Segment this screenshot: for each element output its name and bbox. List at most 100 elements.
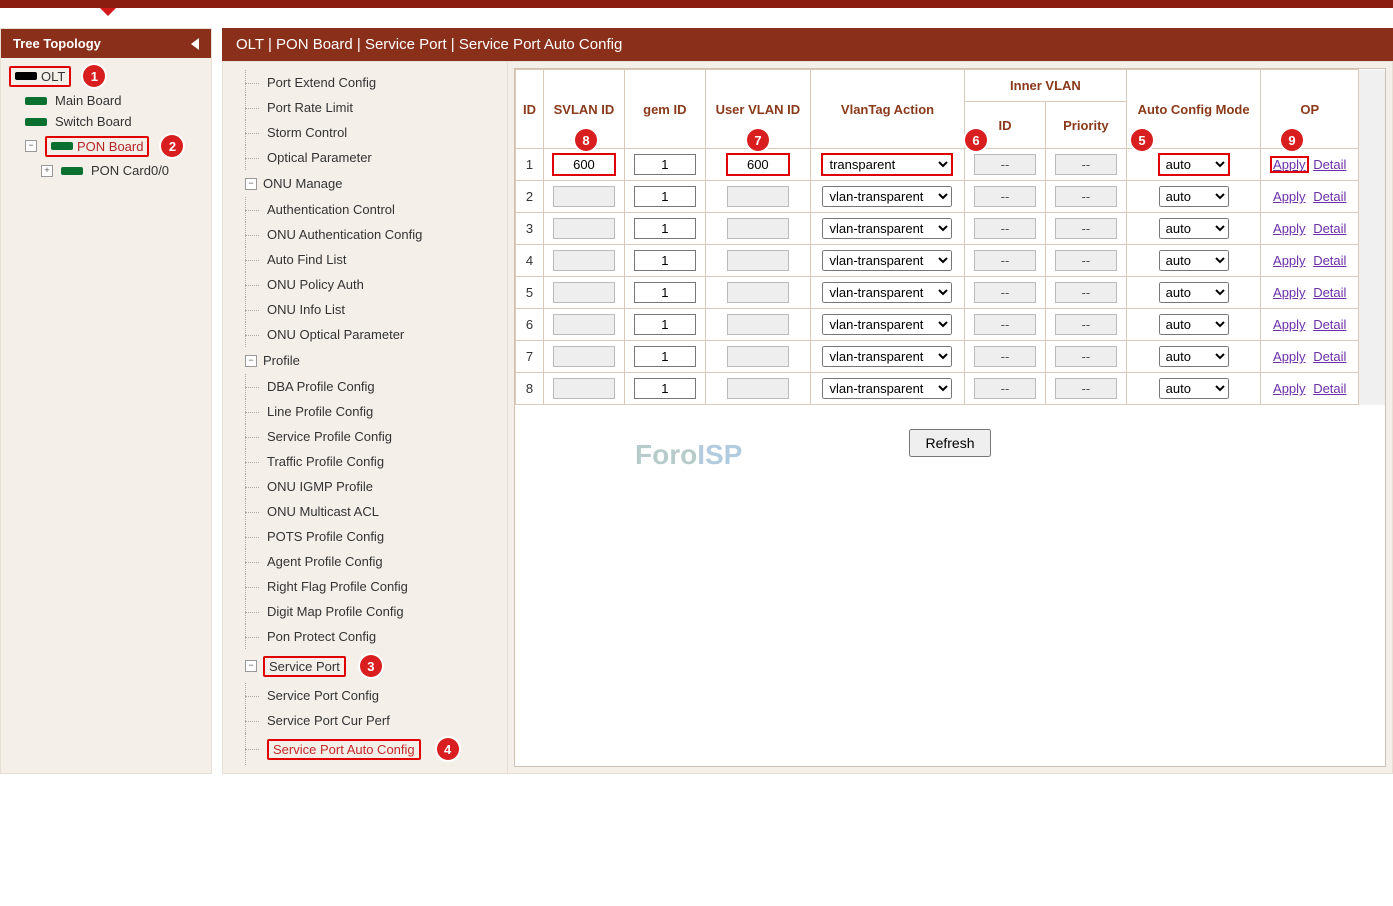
auto-config-mode-select[interactable]: auto: [1159, 282, 1229, 303]
expand-icon[interactable]: −: [25, 140, 37, 152]
nav-item[interactable]: Service Port Cur Perf: [227, 708, 507, 733]
gem-input[interactable]: [634, 250, 696, 271]
nav-group-service-port[interactable]: − Service Port 3: [227, 649, 507, 683]
nav-item[interactable]: ONU IGMP Profile: [227, 474, 507, 499]
svlan-input[interactable]: [553, 282, 615, 303]
apply-link[interactable]: Apply: [1271, 157, 1308, 172]
table-row: 6transparentvlan-transparentautoApply De…: [516, 309, 1386, 341]
detail-link[interactable]: Detail: [1311, 221, 1348, 236]
tree-node-olt[interactable]: OLT 1: [7, 62, 205, 90]
gem-input[interactable]: [634, 154, 696, 175]
nav-item[interactable]: ONU Policy Auth: [227, 272, 507, 297]
user-vlan-input[interactable]: [727, 250, 789, 271]
detail-link[interactable]: Detail: [1311, 189, 1348, 204]
nav-item[interactable]: POTS Profile Config: [227, 524, 507, 549]
svlan-input[interactable]: [553, 154, 615, 175]
gem-input[interactable]: [634, 378, 696, 399]
nav-group-profile[interactable]: −Profile: [227, 347, 507, 374]
device-tree: OLT 1 Main Board Switch Board − PON Boar…: [1, 58, 211, 185]
nav-item[interactable]: Service Profile Config: [227, 424, 507, 449]
expand-icon[interactable]: +: [41, 165, 53, 177]
nav-item[interactable]: Line Profile Config: [227, 399, 507, 424]
vlantag-action-select[interactable]: transparentvlan-transparent: [822, 154, 952, 175]
svlan-input[interactable]: [553, 218, 615, 239]
nav-item[interactable]: Auto Find List: [227, 247, 507, 272]
gem-input[interactable]: [634, 186, 696, 207]
nav-item[interactable]: Storm Control: [227, 120, 507, 145]
vlantag-action-select[interactable]: transparentvlan-transparent: [822, 314, 952, 335]
user-vlan-input[interactable]: [727, 378, 789, 399]
collapse-icon[interactable]: −: [245, 660, 257, 672]
nav-item[interactable]: Right Flag Profile Config: [227, 574, 507, 599]
inner-pri-input: [1055, 154, 1117, 175]
collapse-icon[interactable]: −: [245, 178, 257, 190]
user-vlan-input[interactable]: [727, 186, 789, 207]
nav-item[interactable]: ONU Optical Parameter: [227, 322, 507, 347]
vlantag-action-select[interactable]: transparentvlan-transparent: [822, 186, 952, 207]
collapse-icon[interactable]: −: [245, 355, 257, 367]
detail-link[interactable]: Detail: [1311, 381, 1348, 396]
svlan-input[interactable]: [553, 314, 615, 335]
nav-item[interactable]: Port Extend Config: [227, 70, 507, 95]
nav-item[interactable]: Pon Protect Config: [227, 624, 507, 649]
auto-config-mode-select[interactable]: auto: [1159, 154, 1229, 175]
nav-item[interactable]: ONU Info List: [227, 297, 507, 322]
nav-item[interactable]: DBA Profile Config: [227, 374, 507, 399]
nav-item[interactable]: Service Port Config: [227, 683, 507, 708]
detail-link[interactable]: Detail: [1311, 317, 1348, 332]
gem-input[interactable]: [634, 346, 696, 367]
nav-item[interactable]: Port Rate Limit: [227, 95, 507, 120]
nav-item[interactable]: Traffic Profile Config: [227, 449, 507, 474]
tree-node-pon-card[interactable]: + PON Card0/0: [7, 160, 205, 181]
auto-config-mode-select[interactable]: auto: [1159, 314, 1229, 335]
user-vlan-input[interactable]: [727, 154, 789, 175]
apply-link[interactable]: Apply: [1271, 189, 1308, 204]
vlantag-action-select[interactable]: transparentvlan-transparent: [822, 250, 952, 271]
vlantag-action-select[interactable]: transparentvlan-transparent: [822, 378, 952, 399]
detail-link[interactable]: Detail: [1311, 253, 1348, 268]
apply-link[interactable]: Apply: [1271, 221, 1308, 236]
tree-node-main-board[interactable]: Main Board: [7, 90, 205, 111]
user-vlan-input[interactable]: [727, 218, 789, 239]
vlantag-action-select[interactable]: transparentvlan-transparent: [822, 282, 952, 303]
collapse-icon[interactable]: [191, 38, 199, 50]
detail-link[interactable]: Detail: [1311, 285, 1348, 300]
apply-link[interactable]: Apply: [1271, 253, 1308, 268]
tree-node-switch-board[interactable]: Switch Board: [7, 111, 205, 132]
apply-link[interactable]: Apply: [1271, 381, 1308, 396]
auto-config-mode-select[interactable]: auto: [1159, 218, 1229, 239]
svlan-input[interactable]: [553, 250, 615, 271]
inner-pri-input: [1055, 282, 1117, 303]
auto-config-mode-select[interactable]: auto: [1159, 250, 1229, 271]
auto-config-mode-select[interactable]: auto: [1159, 186, 1229, 207]
nav-item[interactable]: Digit Map Profile Config: [227, 599, 507, 624]
user-vlan-input[interactable]: [727, 346, 789, 367]
nav-item[interactable]: Optical Parameter: [227, 145, 507, 170]
vlantag-action-select[interactable]: transparentvlan-transparent: [822, 346, 952, 367]
apply-link[interactable]: Apply: [1271, 349, 1308, 364]
nav-item-service-port-auto-config[interactable]: Service Port Auto Config 4: [227, 733, 507, 765]
nav-group-onu[interactable]: −ONU Manage: [227, 170, 507, 197]
apply-link[interactable]: Apply: [1271, 285, 1308, 300]
user-vlan-input[interactable]: [727, 282, 789, 303]
detail-link[interactable]: Detail: [1311, 157, 1348, 172]
auto-config-mode-select[interactable]: auto: [1159, 378, 1229, 399]
svlan-input[interactable]: [553, 378, 615, 399]
detail-link[interactable]: Detail: [1311, 349, 1348, 364]
gem-input[interactable]: [634, 218, 696, 239]
apply-link[interactable]: Apply: [1271, 317, 1308, 332]
refresh-button[interactable]: Refresh: [909, 429, 990, 457]
tree-node-pon-board[interactable]: − PON Board 2: [7, 132, 205, 160]
nav-item[interactable]: ONU Authentication Config: [227, 222, 507, 247]
nav-item[interactable]: Authentication Control: [227, 197, 507, 222]
user-vlan-input[interactable]: [727, 314, 789, 335]
svlan-input[interactable]: [553, 346, 615, 367]
svlan-input[interactable]: [553, 186, 615, 207]
gem-input[interactable]: [634, 282, 696, 303]
table-row: 5transparentvlan-transparentautoApply De…: [516, 277, 1386, 309]
auto-config-mode-select[interactable]: auto: [1159, 346, 1229, 367]
gem-input[interactable]: [634, 314, 696, 335]
vlantag-action-select[interactable]: transparentvlan-transparent: [822, 218, 952, 239]
nav-item[interactable]: Agent Profile Config: [227, 549, 507, 574]
nav-item[interactable]: ONU Multicast ACL: [227, 499, 507, 524]
